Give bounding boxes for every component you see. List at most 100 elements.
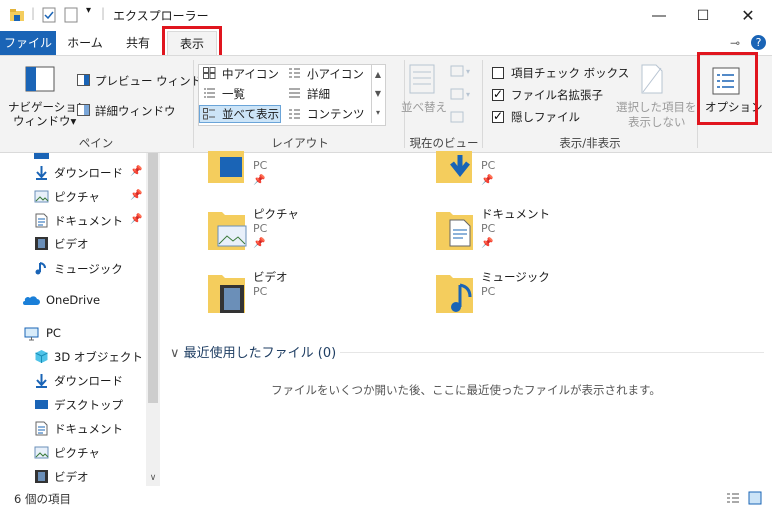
nav-item-onedrive[interactable]: OneDrive xyxy=(0,290,146,312)
download-icon xyxy=(36,166,47,180)
preview-pane-button[interactable]: プレビュー ウィンドウ xyxy=(95,73,214,89)
folder-tile-music[interactable]: ミュージック PC xyxy=(436,269,636,329)
nav-label: ドキュメント xyxy=(54,214,123,228)
explorer-icon[interactable] xyxy=(9,7,25,23)
nav-item-music[interactable]: ミュージック xyxy=(0,258,146,280)
layout-medium-icons[interactable]: 中アイコン xyxy=(222,66,279,82)
qa-customize-chevron-icon[interactable]: ▾ xyxy=(86,5,91,16)
tab-view[interactable]: 表示 xyxy=(167,31,217,56)
group-by-icons[interactable]: ▾▾ xyxy=(450,65,474,125)
layout-content[interactable]: コンテンツ xyxy=(307,106,365,122)
maximize-button[interactable]: ☐ xyxy=(680,0,726,31)
tab-home[interactable]: ホーム xyxy=(58,31,112,56)
video-icon xyxy=(35,470,48,483)
options-icon[interactable] xyxy=(712,67,740,95)
nav-item-videos[interactable]: ビデオ xyxy=(0,233,146,255)
ribbon-tabs: ファイル ホーム 共有 表示 ⊸ ? xyxy=(0,31,772,56)
close-button[interactable]: ✕ xyxy=(725,0,771,31)
sort-by-icon[interactable] xyxy=(409,64,435,94)
navigation-pane-label-2[interactable]: ウィンドウ▾ xyxy=(13,113,76,129)
sort-by-button[interactable]: 並べ替え xyxy=(401,99,447,115)
pictures-icon xyxy=(34,446,49,459)
layout-small-icons[interactable]: 小アイコン xyxy=(307,66,364,82)
folder-location: PC xyxy=(253,159,268,172)
nav-item-pc[interactable]: PC xyxy=(0,323,146,345)
details-icon xyxy=(289,88,300,98)
large-icons-view-icon[interactable] xyxy=(748,491,762,505)
details-view-icon[interactable] xyxy=(726,492,740,504)
pictures-folder-icon xyxy=(208,212,247,250)
help-icon[interactable]: ? xyxy=(751,35,766,50)
nav-item-pictures[interactable]: ピクチャ 📌 xyxy=(0,186,146,208)
layout-tiles[interactable]: 並べて表示 xyxy=(222,106,279,122)
pin-icon: 📌 xyxy=(253,238,266,249)
tab-share[interactable]: 共有 xyxy=(114,31,162,56)
3d-objects-icon xyxy=(35,350,48,363)
layout-details[interactable]: 詳細 xyxy=(307,86,330,102)
group-divider xyxy=(697,60,698,148)
pictures-icon xyxy=(34,190,49,203)
download-icon xyxy=(36,374,47,388)
list-icon xyxy=(204,88,215,98)
folder-location: PC xyxy=(253,285,268,298)
scroll-down-icon[interactable]: ∨ xyxy=(148,472,158,484)
nav-item-documents[interactable]: ドキュメント 📌 xyxy=(0,210,146,232)
nav-item-videos-pc[interactable]: ビデオ xyxy=(0,466,146,486)
details-pane-button[interactable]: 詳細ウィンドウ xyxy=(95,103,176,119)
properties-icon[interactable] xyxy=(42,7,56,23)
videos-folder-icon xyxy=(208,275,245,313)
nav-item-desktop[interactable]: デスクトップ xyxy=(0,394,146,416)
tab-file[interactable]: ファイル xyxy=(0,31,56,56)
scrollbar-thumb[interactable] xyxy=(148,153,158,403)
status-bar: 6 個の項目 xyxy=(0,486,772,510)
nav-label: ダウンロード xyxy=(54,166,123,180)
folder-name: ビデオ xyxy=(253,270,288,284)
new-folder-qa-icon[interactable] xyxy=(64,7,78,23)
folder-location: PC xyxy=(481,159,496,172)
nav-label: ピクチャ xyxy=(54,190,100,204)
pin-icon: 📌 xyxy=(130,190,143,201)
qa-separator: | xyxy=(31,6,36,20)
recent-files-header[interactable]: ∨ 最近使用したファイル (0) xyxy=(170,342,336,361)
recent-empty-message: ファイルをいくつか開いた後、ここに最近使ったファイルが表示されます。 xyxy=(271,383,661,397)
file-extensions-checkbox[interactable] xyxy=(492,87,504,101)
folder-tile-pictures[interactable]: ピクチャ PC 📌 xyxy=(208,206,408,266)
folder-tile-documents[interactable]: ドキュメント PC 📌 xyxy=(436,206,636,266)
file-extensions-label[interactable]: ファイル名拡張子 xyxy=(511,87,603,103)
documents-folder-icon xyxy=(436,212,473,250)
hide-selected-label-1[interactable]: 選択した項目を xyxy=(616,99,697,115)
folder-tile-videos[interactable]: ビデオ PC xyxy=(208,269,408,329)
nav-label: ドキュメント xyxy=(54,422,123,436)
nav-item-downloads[interactable]: ダウンロード 📌 xyxy=(0,162,146,184)
recent-files-title: 最近使用したファイル (0) xyxy=(183,346,337,361)
folder-location: PC xyxy=(253,222,268,235)
options-button[interactable]: オプション xyxy=(705,99,763,115)
title-bar: | ▾ | エクスプローラー ― ☐ ✕ xyxy=(0,0,772,31)
pin-ribbon-icon[interactable]: ⊸ xyxy=(730,36,740,50)
pc-icon xyxy=(24,327,39,341)
nav-item-pictures-pc[interactable]: ピクチャ xyxy=(0,442,146,464)
nav-item-documents-pc[interactable]: ドキュメント xyxy=(0,418,146,440)
hidden-items-label[interactable]: 隠しファイル xyxy=(511,109,580,125)
item-checkbox-toggle[interactable] xyxy=(492,67,504,79)
nav-label: OneDrive xyxy=(46,293,101,307)
music-folder-icon xyxy=(436,275,473,313)
hidden-items-checkbox[interactable] xyxy=(492,109,504,123)
nav-item-3d-objects[interactable]: 3D オブジェクト xyxy=(0,346,146,368)
navigation-pane-icon[interactable] xyxy=(25,66,55,92)
music-icon xyxy=(35,262,46,275)
pin-icon: 📌 xyxy=(481,238,494,249)
chevron-down-icon[interactable]: ∨ xyxy=(170,346,180,361)
layout-list[interactable]: 一覧 xyxy=(222,86,245,102)
folder-name: ピクチャ xyxy=(253,207,299,221)
folder-tile-downloads[interactable]: PC 📌 xyxy=(436,143,636,203)
folder-tile-desktop[interactable]: PC 📌 xyxy=(208,143,408,203)
nav-item-downloads-pc[interactable]: ダウンロード xyxy=(0,370,146,392)
content-area: PC 📌 PC 📌 ピクチャ PC 📌 ドキュメント PC 📌 ビデオ PC ミ… xyxy=(160,151,772,486)
minimize-button[interactable]: ― xyxy=(636,0,682,31)
layout-gallery-scroll[interactable]: ▲ ▼ ▾ xyxy=(371,65,384,123)
item-checkbox-label[interactable]: 項目チェック ボックス xyxy=(511,65,629,81)
nav-scrollbar[interactable]: ∨ xyxy=(146,153,160,486)
hide-selected-label-2[interactable]: 表示しない xyxy=(628,114,686,130)
hide-selected-icon[interactable] xyxy=(639,64,665,94)
